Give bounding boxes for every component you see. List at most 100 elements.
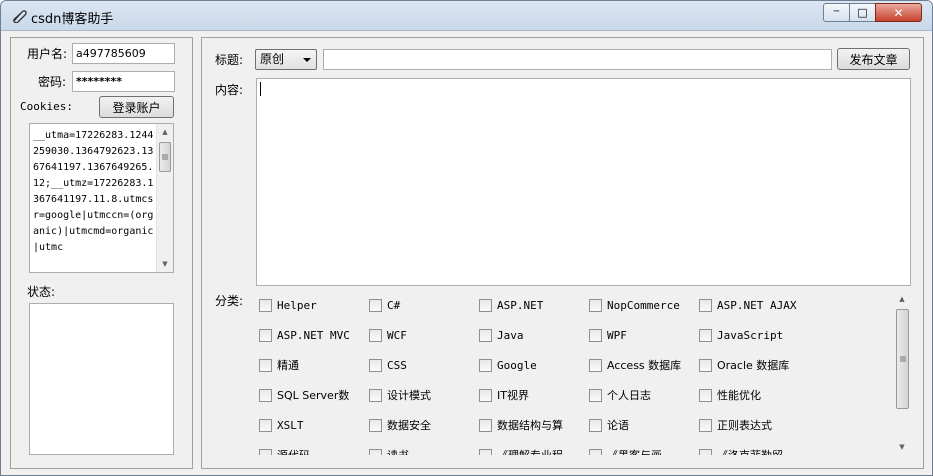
category-checkbox[interactable]: ASP.NET MVC bbox=[259, 327, 350, 343]
post-type-value: 原创 bbox=[260, 52, 285, 66]
close-icon: ✕ bbox=[893, 5, 904, 20]
checkbox-box[interactable] bbox=[369, 328, 382, 342]
category-checkbox[interactable]: 源代码 bbox=[259, 447, 310, 455]
checkbox-box[interactable] bbox=[479, 328, 492, 342]
checkbox-box[interactable] bbox=[369, 448, 382, 455]
checkbox-box[interactable] bbox=[479, 418, 492, 432]
checkbox-box[interactable] bbox=[479, 298, 492, 312]
checkbox-box[interactable] bbox=[369, 358, 382, 372]
checkbox-box[interactable] bbox=[259, 388, 272, 402]
checkbox-box[interactable] bbox=[699, 448, 712, 455]
category-checkbox[interactable]: 论语 bbox=[589, 417, 629, 433]
category-label-text: NopCommerce bbox=[607, 298, 680, 312]
checkbox-box[interactable] bbox=[589, 328, 602, 342]
category-checkbox[interactable]: 《洛克菲勒留 bbox=[699, 447, 783, 455]
category-checkbox[interactable]: WPF bbox=[589, 327, 627, 343]
category-checkbox[interactable]: Helper bbox=[259, 297, 317, 313]
title-bar[interactable]: csdn博客助手 ─ □ ✕ bbox=[1, 1, 932, 31]
password-input[interactable]: ******** bbox=[72, 71, 175, 92]
category-checkbox[interactable]: 正则表达式 bbox=[699, 417, 772, 433]
category-checkbox[interactable]: NopCommerce bbox=[589, 297, 680, 313]
category-checkbox[interactable]: 《理解专业程 bbox=[479, 447, 563, 455]
category-label-text: Java bbox=[497, 328, 524, 342]
checkbox-box[interactable] bbox=[699, 388, 712, 402]
checkbox-box[interactable] bbox=[369, 298, 382, 312]
scroll-down-icon[interactable]: ▼ bbox=[157, 256, 173, 272]
category-checkbox[interactable]: Java bbox=[479, 327, 524, 343]
category-label-text: Helper bbox=[277, 298, 317, 312]
category-label-text: C# bbox=[387, 298, 401, 312]
chevron-down-icon bbox=[303, 58, 311, 62]
category-checkbox[interactable]: WCF bbox=[369, 327, 407, 343]
category-checkbox[interactable]: ASP.NET bbox=[479, 297, 543, 313]
category-checkbox[interactable]: 数据安全 bbox=[369, 417, 431, 433]
category-label-text: WCF bbox=[387, 328, 407, 342]
category-checkbox[interactable]: 个人日志 bbox=[589, 387, 651, 403]
checkbox-box[interactable] bbox=[699, 358, 712, 372]
category-checkbox[interactable]: ASP.NET AJAX bbox=[699, 297, 796, 313]
publish-button[interactable]: 发布文章 bbox=[837, 48, 910, 70]
cookies-textarea[interactable]: __utma=17226283.1244259030.1364792623.13… bbox=[29, 123, 174, 273]
close-button[interactable]: ✕ bbox=[875, 3, 922, 22]
scroll-up-icon[interactable]: ▲ bbox=[157, 124, 173, 140]
category-checkbox[interactable]: JavaScript bbox=[699, 327, 783, 343]
status-textarea[interactable] bbox=[29, 303, 174, 455]
post-type-select[interactable]: 原创 bbox=[255, 49, 317, 70]
checkbox-box[interactable] bbox=[479, 448, 492, 455]
checkbox-box[interactable] bbox=[369, 418, 382, 432]
scroll-thumb[interactable] bbox=[159, 142, 171, 172]
category-checkbox[interactable]: Google bbox=[479, 357, 537, 373]
cookies-text: __utma=17226283.1244259030.1364792623.13… bbox=[33, 130, 154, 253]
category-checkbox[interactable]: 数据结构与算 bbox=[479, 417, 563, 433]
checkbox-box[interactable] bbox=[369, 388, 382, 402]
scroll-up-icon[interactable]: ▲ bbox=[894, 291, 910, 307]
content-label: 内容: bbox=[215, 83, 244, 97]
category-label-text: 《理解专业程 bbox=[497, 447, 563, 455]
scroll-down-icon[interactable]: ▼ bbox=[894, 439, 910, 455]
category-scrollbar[interactable]: ▲ ▼ bbox=[894, 291, 911, 455]
category-checkbox[interactable]: Oracle 数据库 bbox=[699, 357, 789, 373]
checkbox-box[interactable] bbox=[259, 448, 272, 455]
category-checkbox[interactable]: IT视界 bbox=[479, 387, 529, 403]
grip-icon bbox=[899, 356, 906, 362]
checkbox-box[interactable] bbox=[589, 358, 602, 372]
category-label-text: 《洛克菲勒留 bbox=[717, 447, 783, 455]
checkbox-box[interactable] bbox=[699, 418, 712, 432]
login-button[interactable]: 登录账户 bbox=[99, 96, 174, 118]
content-textarea[interactable] bbox=[256, 78, 911, 286]
category-checkbox[interactable]: 设计模式 bbox=[369, 387, 431, 403]
window-title: csdn博客助手 bbox=[31, 12, 114, 27]
cookies-scrollbar[interactable]: ▲ ▼ bbox=[156, 124, 173, 272]
checkbox-box[interactable] bbox=[589, 298, 602, 312]
category-checkbox[interactable]: 《黑客与画 bbox=[589, 447, 662, 455]
scroll-thumb[interactable] bbox=[896, 309, 909, 409]
category-checkbox[interactable]: 精通 bbox=[259, 357, 299, 373]
category-checkbox[interactable]: C# bbox=[369, 297, 400, 313]
username-input[interactable]: a497785609 bbox=[72, 43, 175, 64]
post-title-input[interactable] bbox=[323, 49, 832, 70]
checkbox-box[interactable] bbox=[699, 298, 712, 312]
checkbox-box[interactable] bbox=[259, 328, 272, 342]
checkbox-box[interactable] bbox=[589, 388, 602, 402]
checkbox-box[interactable] bbox=[589, 448, 602, 455]
checkbox-box[interactable] bbox=[589, 418, 602, 432]
checkbox-box[interactable] bbox=[699, 328, 712, 342]
checkbox-box[interactable] bbox=[479, 358, 492, 372]
checkbox-box[interactable] bbox=[259, 358, 272, 372]
checkbox-box[interactable] bbox=[259, 298, 272, 312]
minimize-button[interactable]: ─ bbox=[823, 3, 850, 22]
category-checkbox[interactable]: CSS bbox=[369, 357, 407, 373]
category-label-text: 论语 bbox=[607, 419, 629, 432]
category-checkbox[interactable]: XSLT bbox=[259, 417, 304, 433]
category-label-text: ASP.NET MVC bbox=[277, 328, 350, 342]
checkbox-box[interactable] bbox=[479, 388, 492, 402]
category-label-text: ASP.NET bbox=[497, 298, 544, 312]
category-checkbox[interactable]: SQL Server数 bbox=[259, 387, 349, 403]
category-checkbox[interactable]: Access 数据库 bbox=[589, 357, 681, 373]
category-checkbox[interactable]: 性能优化 bbox=[699, 387, 761, 403]
paperclip-icon bbox=[13, 10, 27, 23]
checkbox-box[interactable] bbox=[259, 418, 272, 432]
category-checkbox[interactable]: 读书 bbox=[369, 447, 409, 455]
maximize-button[interactable]: □ bbox=[849, 3, 876, 22]
category-list: Helper C# ASP.NET NopCommerce ASP.NET AJAX AS… bbox=[256, 291, 911, 455]
